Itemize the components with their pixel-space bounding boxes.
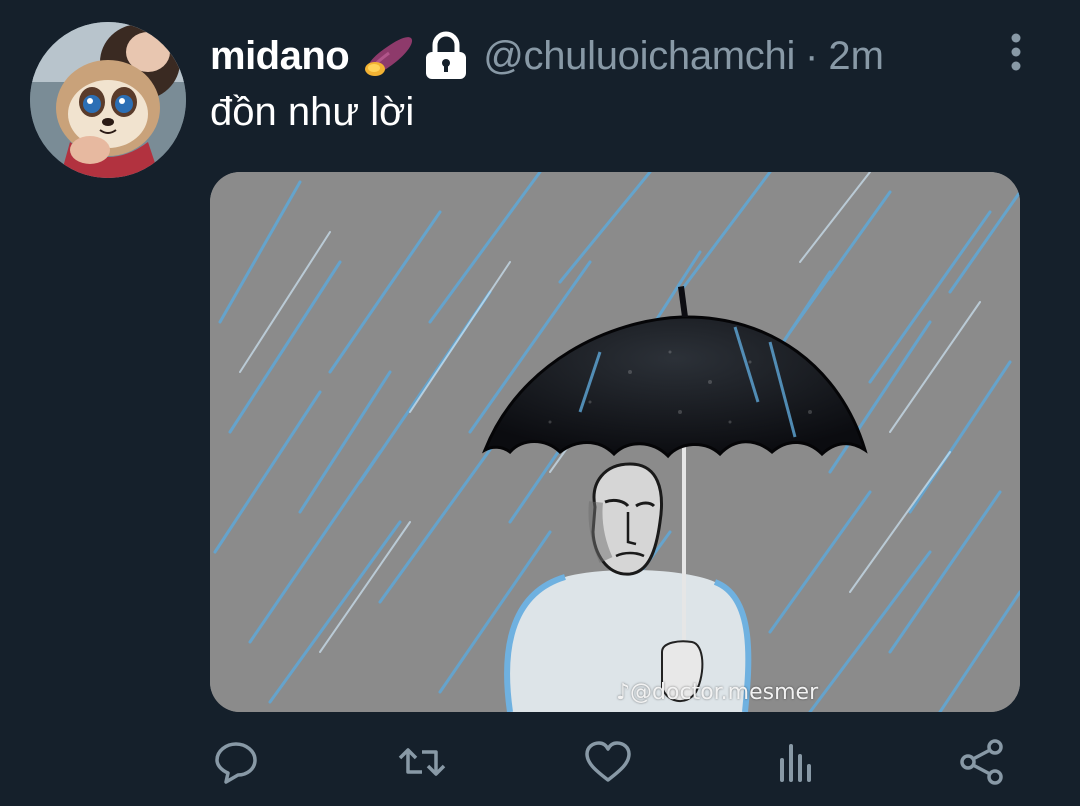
share-button[interactable] — [956, 736, 1008, 788]
timestamp[interactable]: 2m — [828, 34, 884, 79]
avatar-image — [30, 22, 186, 178]
separator-dot: · — [805, 33, 819, 78]
retweet-icon — [398, 748, 446, 776]
bar-chart-icon — [780, 744, 811, 782]
watermark-text: @doctor.mesmer — [630, 680, 819, 705]
tiktok-watermark: ♪@doctor.mesmer — [616, 680, 818, 705]
tiktok-icon: ♪ — [616, 680, 631, 705]
more-options-icon[interactable] — [1004, 32, 1028, 74]
reply-button[interactable] — [210, 736, 262, 788]
comment-icon — [215, 742, 257, 784]
sweet-potato-icon — [361, 29, 415, 83]
tweet-actions — [0, 730, 1080, 794]
display-name[interactable]: midano — [210, 34, 350, 79]
avatar[interactable] — [30, 22, 186, 178]
heart-icon — [585, 741, 631, 782]
tweet-media[interactable] — [210, 172, 1020, 712]
lock-icon — [423, 31, 469, 81]
handle[interactable]: @chuluoichamchi — [483, 34, 795, 79]
tweet-text: đồn như lời — [210, 90, 415, 134]
tweet-header: midano @chuluoichamchi · 2m — [210, 28, 884, 84]
umbrella-in-rain-illustration — [210, 172, 1020, 712]
retweet-button[interactable] — [396, 736, 448, 788]
share-icon — [960, 739, 1003, 785]
analytics-button[interactable] — [770, 736, 822, 788]
like-button[interactable] — [582, 736, 634, 788]
tweet[interactable]: midano @chuluoichamchi · 2m đồn như lời … — [0, 0, 1080, 806]
